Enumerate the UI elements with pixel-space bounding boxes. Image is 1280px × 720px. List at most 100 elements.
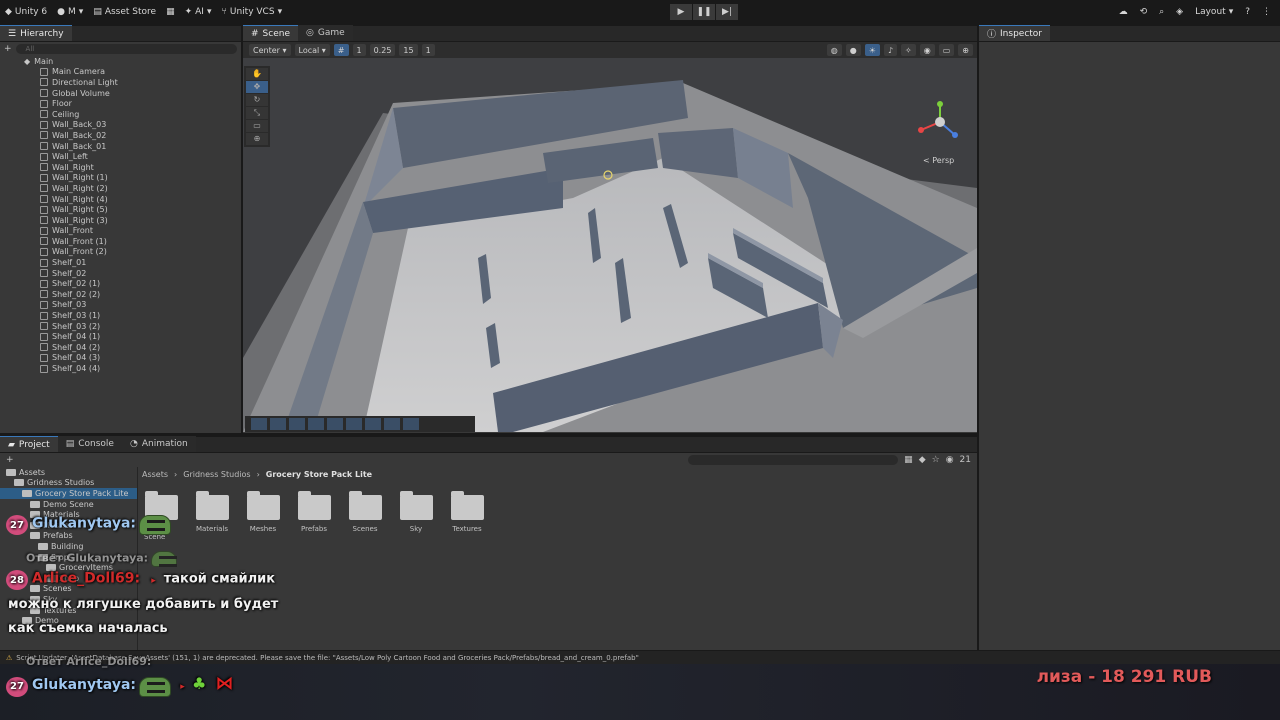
hierarchy-item[interactable]: Shelf_02 (1) <box>0 278 241 289</box>
asset-folder[interactable]: Scenes <box>348 491 382 541</box>
draw-mode-button[interactable]: ◍ <box>826 44 842 56</box>
hierarchy-item[interactable]: Ceiling <box>0 109 241 120</box>
asset-folder[interactable]: Sky <box>399 491 433 541</box>
asset-folder[interactable]: Materials <box>195 491 229 541</box>
play-button[interactable]: ▶ <box>670 4 692 20</box>
hierarchy-item[interactable]: Wall_Right <box>0 162 241 173</box>
hierarchy-item[interactable]: Global Volume <box>0 88 241 99</box>
hierarchy-item[interactable]: Wall_Right (3) <box>0 215 241 226</box>
overlay-tool-1[interactable] <box>251 418 267 430</box>
overlay-tool-7[interactable] <box>365 418 381 430</box>
asset-folder[interactable]: Prefabs <box>297 491 331 541</box>
visibility-toggle[interactable]: ◉ <box>919 44 935 56</box>
hierarchy-item[interactable]: Directional Light <box>0 77 241 88</box>
breadcrumb-gridness[interactable]: Gridness Studios <box>183 470 250 479</box>
hierarchy-item[interactable]: Wall_Back_03 <box>0 120 241 131</box>
tab-scene[interactable]: # Scene <box>243 25 298 41</box>
hierarchy-item[interactable]: Shelf_04 (2) <box>0 342 241 353</box>
help-button[interactable]: ? <box>1240 2 1255 22</box>
project-search-input[interactable] <box>688 455 899 465</box>
asset-store-button[interactable]: ▤ Asset Store <box>88 2 161 22</box>
tab-hierarchy[interactable]: ☰ Hierarchy <box>0 25 72 41</box>
layers-button[interactable]: ◈ <box>1171 2 1188 22</box>
hierarchy-item[interactable]: Shelf_04 (1) <box>0 331 241 342</box>
project-tree-item[interactable]: Grocery Store Pack Lite <box>0 488 137 499</box>
label-icon[interactable]: ◆ <box>919 455 926 465</box>
hierarchy-item[interactable]: Wall_Front (1) <box>0 236 241 247</box>
tab-inspector[interactable]: ⓘ Inspector <box>979 25 1050 41</box>
move-tool-button[interactable]: ✥ <box>246 81 268 93</box>
scene-root[interactable]: ◆ Main <box>0 56 241 67</box>
space-dropdown[interactable]: Local ▾ <box>294 44 330 56</box>
add-icon[interactable]: + <box>6 455 14 465</box>
hierarchy-item[interactable]: Wall_Left <box>0 151 241 162</box>
filter-icon[interactable]: ▦ <box>904 455 913 465</box>
vcs-menu[interactable]: ⑂ Unity VCS ▾ <box>216 2 287 22</box>
rotate-tool-button[interactable]: ↻ <box>246 94 268 106</box>
tab-console[interactable]: ▤ Console <box>57 436 122 452</box>
scale-snap-field[interactable]: 1 <box>421 44 435 56</box>
hierarchy-item[interactable]: Shelf_02 (2) <box>0 289 241 300</box>
lighting-toggle[interactable]: ☀ <box>864 44 880 56</box>
projection-label[interactable]: < Persp <box>923 156 954 165</box>
hierarchy-item[interactable]: Wall_Right (2) <box>0 183 241 194</box>
breadcrumb-assets[interactable]: Assets <box>142 470 168 479</box>
grid-size-field[interactable]: 1 <box>352 44 366 56</box>
layout-menu[interactable]: Layout ▾ <box>1190 2 1238 22</box>
unity-account-menu[interactable]: ◆ Unity 6 <box>0 2 52 22</box>
hierarchy-item[interactable]: Wall_Right (1) <box>0 173 241 184</box>
scale-tool-button[interactable]: ⤡ <box>246 107 268 119</box>
tab-animation[interactable]: ◔ Animation <box>121 436 196 452</box>
ai-menu[interactable]: ✦ AI ▾ <box>180 2 217 22</box>
search-button[interactable]: ⌕ <box>1154 2 1169 22</box>
star-icon[interactable]: ☆ <box>932 455 940 465</box>
overlay-tool-8[interactable] <box>384 418 400 430</box>
project-tree-item[interactable]: Assets <box>0 467 137 478</box>
pivot-dropdown[interactable]: Center ▾ <box>249 44 291 56</box>
overlay-tool-9[interactable] <box>403 418 419 430</box>
hierarchy-item[interactable]: Shelf_03 <box>0 300 241 311</box>
scene-viewport[interactable]: < Persp ✋ ✥ ↻ ⤡ ▭ ⊕ <box>243 58 977 432</box>
hierarchy-search-input[interactable]: All <box>15 44 237 54</box>
asset-folder[interactable]: Textures <box>450 491 484 541</box>
hierarchy-item[interactable]: Shelf_03 (2) <box>0 321 241 332</box>
view-tool-button[interactable]: ✋ <box>246 68 268 80</box>
hierarchy-item[interactable]: Wall_Right (5) <box>0 204 241 215</box>
hierarchy-item[interactable]: Wall_Right (4) <box>0 194 241 205</box>
overlay-tool-2[interactable] <box>270 418 286 430</box>
hierarchy-item[interactable]: Floor <box>0 98 241 109</box>
hierarchy-item[interactable]: Shelf_03 (1) <box>0 310 241 321</box>
hierarchy-item[interactable]: Shelf_01 <box>0 257 241 268</box>
transform-tool-button[interactable]: ⊕ <box>246 133 268 145</box>
more-menu-button[interactable]: ⋮ <box>1257 2 1276 22</box>
angle-snap-field[interactable]: 15 <box>399 44 418 56</box>
package-button[interactable]: ▦ <box>161 2 180 22</box>
undo-history-button[interactable]: ⟲ <box>1135 2 1153 22</box>
hierarchy-item[interactable]: Wall_Front <box>0 226 241 237</box>
grid-toggle[interactable]: # <box>333 44 349 56</box>
eye-icon[interactable]: ◉ <box>946 455 954 465</box>
overlay-tool-3[interactable] <box>289 418 305 430</box>
asset-folder[interactable]: Meshes <box>246 491 280 541</box>
hierarchy-item[interactable]: Main Camera <box>0 67 241 78</box>
project-tree-item[interactable]: Demo Scene <box>0 499 137 510</box>
tab-project[interactable]: ▰ Project <box>0 436 58 452</box>
hierarchy-item[interactable]: Shelf_02 <box>0 268 241 279</box>
project-tree-item[interactable]: Gridness Studios <box>0 478 137 489</box>
breadcrumb-grocery[interactable]: Grocery Store Pack Lite <box>266 470 372 479</box>
gizmos-button[interactable]: ⊕ <box>958 44 973 56</box>
orientation-gizmo[interactable] <box>918 101 958 138</box>
shading-button[interactable]: ● <box>845 44 861 56</box>
pause-button[interactable]: ❚❚ <box>693 4 715 20</box>
hierarchy-item[interactable]: Wall_Front (2) <box>0 247 241 258</box>
account-menu[interactable]: ● M ▾ <box>52 2 88 22</box>
hierarchy-item[interactable]: Wall_Back_01 <box>0 141 241 152</box>
snap-increment-field[interactable]: 0.25 <box>369 44 396 56</box>
camera-button[interactable]: ▭ <box>938 44 955 56</box>
status-bar[interactable]: ⚠ Script Updater: 'AssetDatabase.SaveAss… <box>0 651 1280 664</box>
step-button[interactable]: ▶| <box>716 4 738 20</box>
add-icon[interactable]: + <box>4 44 12 54</box>
cloud-button[interactable]: ☁ <box>1114 2 1133 22</box>
overlay-tool-4[interactable] <box>308 418 324 430</box>
tab-game[interactable]: ◎ Game <box>298 25 353 41</box>
